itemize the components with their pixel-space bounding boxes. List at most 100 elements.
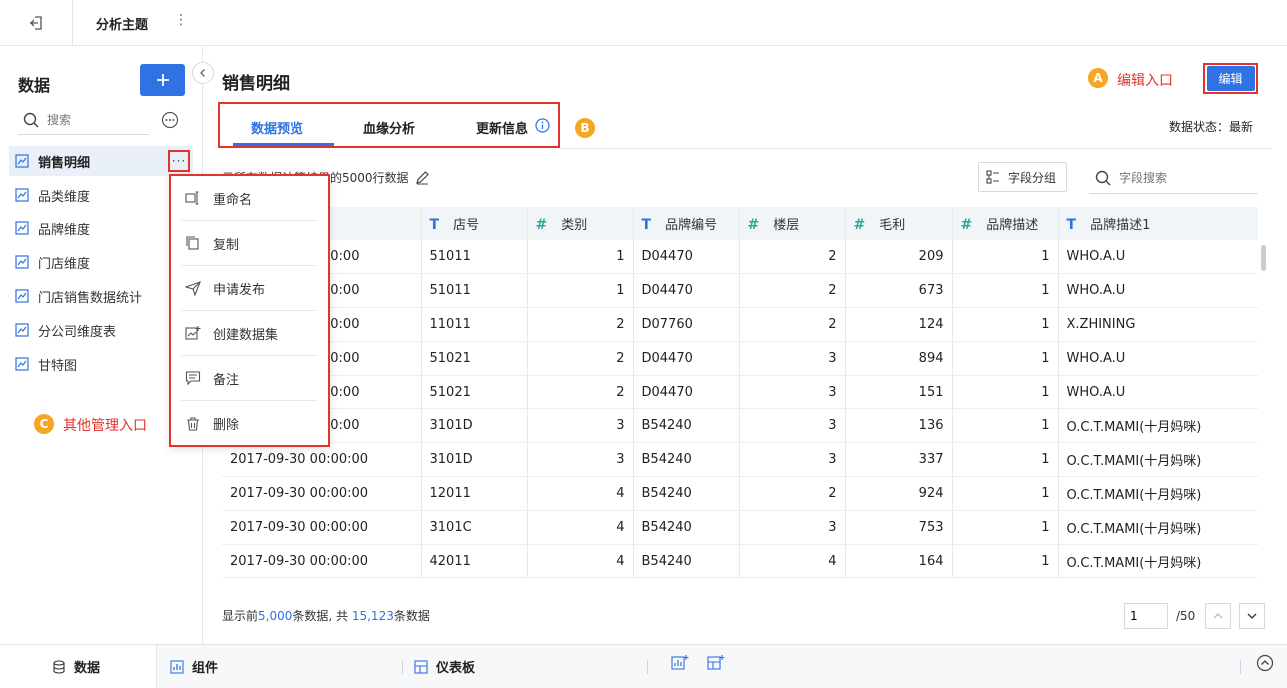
next-page-button[interactable] [1239,603,1266,629]
sidebar-item-store-dim[interactable]: 门店维度 [9,247,193,277]
page-number-input[interactable] [1124,603,1168,629]
item-more-button[interactable]: ··· [168,150,190,172]
topic-title[interactable]: 分析主题 [96,14,148,33]
sidebar-item-category-dim[interactable]: 品类维度 [9,180,193,210]
table-cell: 3 [739,510,846,545]
sidebar-item-label: 甘特图 [38,358,78,374]
table-cell: 1 [952,240,1059,275]
menu-item-label: 删除 [213,418,240,433]
table-cell: 51021 [421,341,528,376]
add-component-icon[interactable] [671,654,689,672]
trash-icon [187,416,199,431]
column-header[interactable]: T 品牌描述1 [1058,207,1258,240]
row-count-prefix: 显示前 [222,609,259,623]
table-cell: 2 [527,307,634,342]
annotation-badge-b: B [575,118,595,138]
edit-button[interactable]: 编辑 [1203,63,1258,94]
field-group-button[interactable]: 字段分组 [978,162,1067,192]
table-scrollbar[interactable] [1261,245,1266,271]
sidebar-item-gantt[interactable]: 甘特图 [9,349,193,379]
column-header[interactable]: # 毛利 [845,207,953,240]
column-header[interactable]: # 楼层 [739,207,846,240]
menu-item-copy[interactable]: 复制 [181,221,317,266]
dataset-icon [15,323,29,337]
table-cell: 1 [952,341,1059,376]
bottom-tab-label: 组件 [192,661,219,676]
bottom-tab-dashboard[interactable]: 仪表板 [414,645,475,688]
sidebar-item-store-sales-stats[interactable]: 门店销售数据统计 [9,281,193,311]
info-icon[interactable] [535,118,550,133]
bottom-divider [647,660,648,674]
sidebar-item-label: 销售明细 [38,155,91,171]
sidebar-search[interactable] [18,106,149,135]
sidebar-options-icon[interactable] [161,111,179,129]
table-cell: 4 [527,510,634,545]
text-type-icon: T [641,217,652,233]
menu-item-create-dataset[interactable]: 创建数据集 [181,311,317,356]
field-group-icon [986,170,999,184]
dataset-icon [15,289,29,303]
table-cell: 3 [739,408,846,444]
tab-update-info[interactable]: 更新信息 [476,118,528,137]
tabs-divider [560,148,1272,149]
column-header-label: 品牌描述 [986,218,1039,233]
table-cell: B54240 [633,476,740,511]
add-data-button[interactable] [140,64,185,96]
exit-button[interactable] [0,0,73,45]
table-cell: 673 [845,273,953,309]
tab-data-preview[interactable]: 数据预览 [251,118,303,137]
table-cell: 2017-09-30 00:00:00 [222,544,422,579]
field-search[interactable] [1089,162,1258,194]
table-row: 2017-09-30 00:00:00 42011 4 B54240 4 164 1 O.C.… [222,544,1258,579]
sidebar-item-branch-dim[interactable]: 分公司维度表 [9,315,193,345]
topic-more-icon[interactable]: ⋮ [174,12,188,28]
page-title: 销售明细 [222,74,290,94]
expand-up-icon[interactable] [1256,654,1274,672]
text-type-icon: T [1066,217,1077,233]
table-cell: 337 [845,442,953,478]
table-cell: 1 [952,408,1059,444]
row-count-mid: 条数据, 共 [292,609,349,623]
column-header[interactable]: # 类别 [527,207,634,240]
search-icon [1095,170,1111,185]
table-cell: 4 [527,544,634,579]
add-dashboard-icon[interactable] [707,654,725,672]
pagination: /50 [1124,603,1266,629]
menu-item-label: 备注 [213,372,240,388]
table-cell: WHO.A.U [1058,341,1258,376]
menu-item-delete[interactable]: 删除 [181,401,317,446]
menu-item-rename[interactable]: 重命名 [181,176,317,221]
column-header[interactable]: T 品牌编号 [633,207,740,240]
menu-item-comment[interactable]: 备注 [181,356,317,401]
table-cell: O.C.T.MAMI(十月妈咪) [1058,544,1258,579]
send-icon [185,281,201,296]
prev-page-button[interactable] [1205,603,1232,629]
menu-item-publish[interactable]: 申请发布 [181,266,317,311]
bottom-divider [402,660,403,674]
bottom-tab-label: 仪表板 [436,661,476,676]
tab-lineage[interactable]: 血缘分析 [363,118,415,137]
table-cell: 753 [845,510,953,545]
column-header[interactable]: T 店号 [421,207,528,240]
menu-item-label: 重命名 [213,192,253,208]
rename-icon [185,191,199,205]
edit-pencil-icon[interactable] [415,170,430,185]
search-icon [23,112,39,128]
table-cell: O.C.T.MAMI(十月妈咪) [1058,408,1258,444]
sidebar-search-input[interactable] [47,113,137,127]
bottom-tab-data[interactable]: 数据 [0,645,157,688]
column-header[interactable]: # 品牌描述 [952,207,1059,240]
table-cell: 1 [952,307,1059,342]
collapse-sidebar-button[interactable] [192,62,214,84]
bottom-tab-component[interactable]: 组件 [170,645,218,688]
field-search-input[interactable] [1119,170,1249,185]
sidebar-item-brand-dim[interactable]: 品牌维度 [9,213,193,243]
table-cell: O.C.T.MAMI(十月妈咪) [1058,510,1258,545]
table-cell: 3 [527,442,634,478]
table-cell: O.C.T.MAMI(十月妈咪) [1058,442,1258,478]
text-type-icon: T [429,217,440,233]
column-header-label: 品牌编号 [665,218,718,233]
annotation-text-c: 其他管理入口 [63,418,147,434]
sidebar-item-sales-detail[interactable]: 销售明细 [9,146,193,176]
component-icon [170,659,184,674]
